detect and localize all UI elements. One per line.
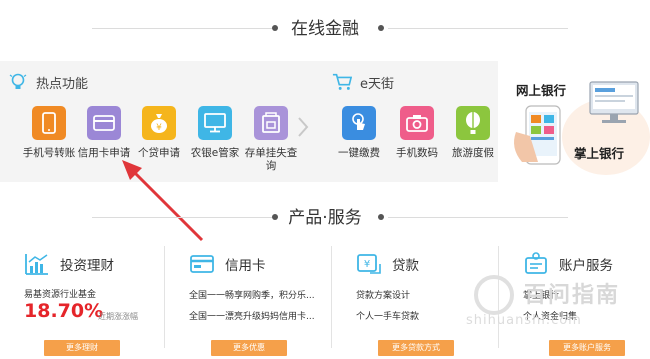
- tile-label: 存单挂失查询: [244, 147, 298, 172]
- chart-icon: [25, 254, 48, 275]
- credit-card-icon: [190, 255, 214, 273]
- account-icon: [525, 252, 547, 274]
- promo-link[interactable]: 全国一一漂亮升级妈妈信用卡...: [189, 309, 315, 322]
- service-title: 信用卡: [225, 258, 266, 274]
- svg-text:¥: ¥: [364, 259, 370, 270]
- section-title-online-finance: 在线金融: [0, 14, 650, 44]
- tile-travel-vacation[interactable]: 旅游度假: [442, 106, 504, 160]
- tile-personal-loan[interactable]: ¥ 个贷申请: [128, 106, 190, 160]
- svg-text:¥: ¥: [156, 123, 162, 133]
- more-offers-button[interactable]: 更多优惠: [211, 340, 287, 356]
- service-title: 贷款: [392, 258, 419, 274]
- service-header[interactable]: 信用卡: [189, 252, 266, 276]
- tap-icon: [342, 106, 376, 140]
- tile-label: 旅游度假: [452, 147, 494, 159]
- tile-label: 手机数码: [396, 147, 438, 159]
- shopping-cart-icon: [332, 72, 352, 92]
- section-title-products-services: 产品·服务: [0, 203, 650, 233]
- service-investment: 投资理财 易基资源行业基金 18.70% 近期涨涨幅 更多理财: [0, 240, 164, 359]
- loan-link[interactable]: 个人一手车贷款: [356, 309, 419, 322]
- divider-right: [388, 28, 568, 29]
- online-bank-label[interactable]: 网上银行: [516, 80, 566, 99]
- tile-phone-transfer[interactable]: 手机号转账: [18, 106, 80, 160]
- tile-one-click-payment[interactable]: 一键缴费: [328, 106, 390, 160]
- tile-mobile-digital[interactable]: 手机数码: [386, 106, 448, 160]
- more-account-services-button[interactable]: 更多账户服务: [549, 340, 625, 356]
- service-header[interactable]: 投资理财: [24, 252, 114, 276]
- camera-icon: [400, 106, 434, 140]
- tile-e-manager[interactable]: 农银e管家: [184, 106, 246, 160]
- service-title: 投资理财: [60, 258, 114, 274]
- service-header[interactable]: ¥ 贷款: [356, 252, 419, 276]
- chevron-right-icon[interactable]: [296, 116, 310, 138]
- hot-features-title: 热点功能: [36, 76, 89, 92]
- lightbulb-icon: [8, 72, 28, 92]
- watermark-text: 百问指南: [524, 283, 621, 308]
- etian-header: e天街: [332, 72, 394, 92]
- fund-rate: 18.70%: [24, 300, 104, 322]
- service-title: 账户服务: [559, 258, 613, 274]
- divider-dot-right: [378, 25, 384, 31]
- watermark-subtext: shihuanshi.com: [466, 313, 582, 328]
- tile-credit-card-apply[interactable]: 信用卡申请: [73, 106, 135, 160]
- etian-title: e天街: [360, 76, 394, 92]
- hot-features-header: 热点功能: [8, 72, 88, 92]
- document-icon: [254, 106, 288, 140]
- more-loan-options-button[interactable]: 更多贷款方式: [378, 340, 454, 356]
- loan-icon: ¥: [357, 254, 381, 274]
- divider-right: [388, 217, 568, 218]
- money-bag-icon: ¥: [142, 106, 176, 140]
- mobile-bank-label[interactable]: 掌上银行: [574, 143, 624, 162]
- service-loan: ¥ 贷款 贷款方案设计 个人一手车贷款 更多贷款方式: [332, 240, 496, 359]
- tile-label: 手机号转账: [22, 147, 76, 159]
- fund-rate-note: 近期涨涨幅: [98, 312, 138, 321]
- balloon-icon: [456, 106, 490, 140]
- card-icon: [87, 106, 121, 140]
- more-investment-button[interactable]: 更多理财: [44, 340, 120, 356]
- fund-name[interactable]: 易基资源行业基金: [24, 287, 96, 300]
- phone-icon: [32, 106, 66, 140]
- monitor-icon: [198, 106, 232, 140]
- service-header[interactable]: 账户服务: [523, 252, 613, 276]
- tile-label: 一键缴费: [338, 147, 380, 159]
- tile-deposit-loss-query[interactable]: 存单挂失查询: [240, 106, 302, 173]
- service-credit-card: 信用卡 全国一一畅享网购季，积分乐... 全国一一漂亮升级妈妈信用卡... 更多…: [165, 240, 329, 359]
- promo-link[interactable]: 全国一一畅享网购季，积分乐...: [189, 288, 315, 301]
- divider-dot-right: [378, 214, 384, 220]
- loan-link[interactable]: 贷款方案设计: [356, 288, 410, 301]
- watermark-logo-icon: [474, 275, 514, 315]
